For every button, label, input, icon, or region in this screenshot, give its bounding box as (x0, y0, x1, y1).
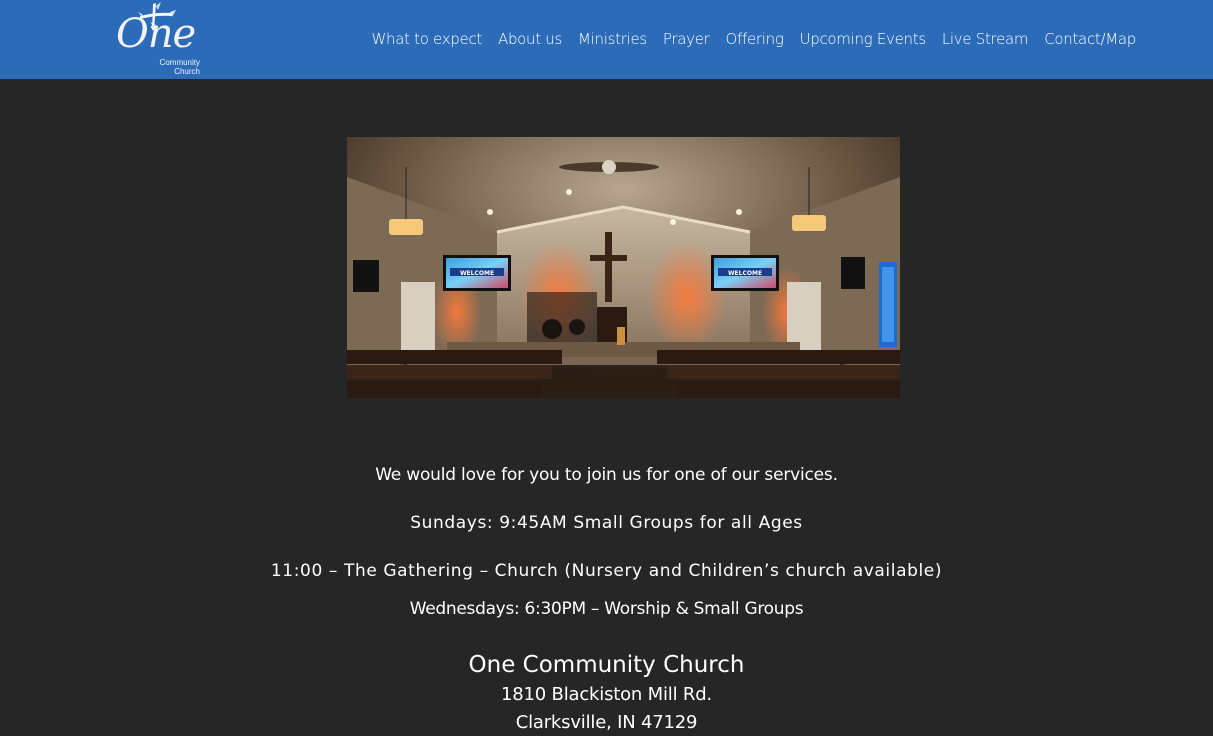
nav-item-upcoming-events[interactable]: Upcoming Events (792, 28, 934, 50)
nav-item-live-stream[interactable]: Live Stream (934, 28, 1036, 50)
services-intro: We would love for you to join us for one… (375, 465, 838, 485)
nav-item-what-to-expect[interactable]: What to expect (363, 28, 490, 50)
logo-wordmark: One (116, 11, 196, 57)
main-nav: What to expect About us Ministries Praye… (363, 28, 1136, 50)
sanctuary-photo: WELCOME WELCOME (347, 137, 900, 398)
nav-item-offering[interactable]: Offering (718, 28, 792, 50)
nav-item-prayer[interactable]: Prayer (655, 28, 718, 50)
nav-item-contact-map[interactable]: Contact/Map (1036, 28, 1136, 50)
nav-item-ministries[interactable]: Ministries (570, 28, 655, 50)
wednesday-service-time: Wednesdays: 6:30PM – Worship & Small Gro… (409, 599, 804, 619)
sanctuary-illustration: WELCOME WELCOME (347, 137, 900, 398)
city-address: Clarksville, IN 47129 (515, 712, 698, 733)
logo-subtitle-line1: Community (159, 58, 200, 67)
site-header: One Community Church What to expect Abou… (0, 0, 1213, 79)
nav-item-about-us[interactable]: About us (490, 28, 570, 50)
gathering-service-time: 11:00 – The Gathering – Church (Nursery … (270, 561, 943, 581)
logo-subtitle-line2: Church (174, 67, 200, 76)
screen-right-text: WELCOME (728, 270, 762, 277)
screen-left-text: WELCOME (460, 270, 494, 277)
church-name: One Community Church (468, 652, 745, 678)
logo-subtitle: Community Church (156, 58, 200, 76)
logo-link[interactable]: One Community Church (112, 0, 212, 79)
sunday-service-time: Sundays: 9:45AM Small Groups for all Age… (410, 513, 803, 533)
street-address: 1810 Blackiston Mill Rd. (501, 684, 712, 705)
